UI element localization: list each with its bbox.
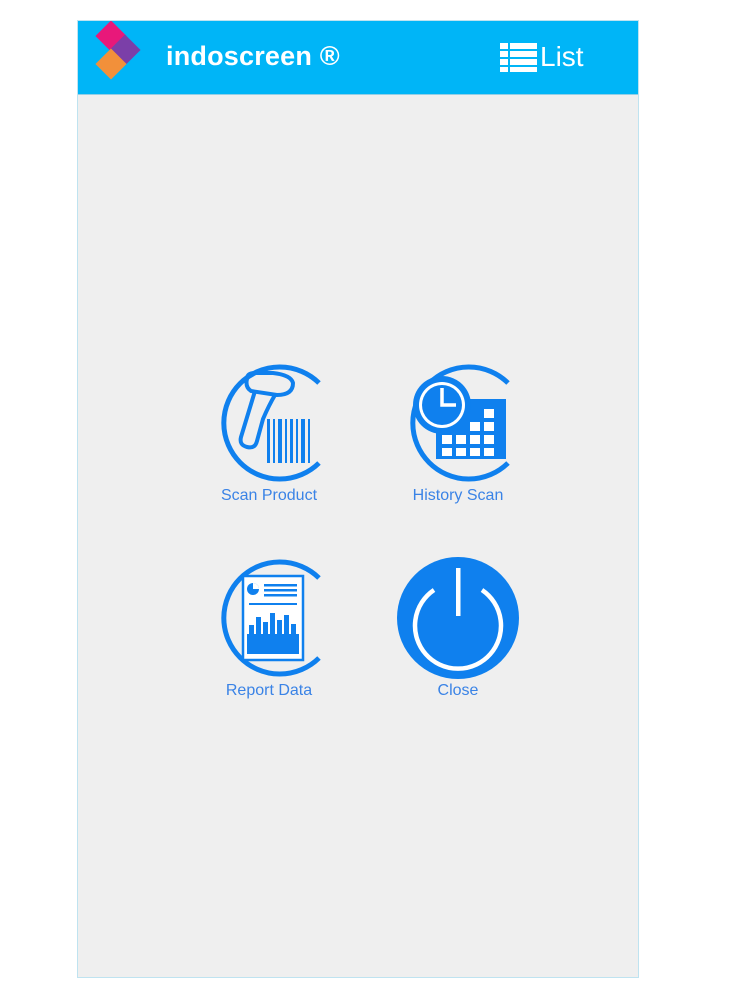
report-chart-icon xyxy=(221,559,321,677)
app-logo xyxy=(95,21,141,80)
history-scan-button[interactable]: History Scan xyxy=(383,361,533,531)
scan-product-label: Scan Product xyxy=(220,487,318,504)
scan-product-button[interactable]: Scan Product xyxy=(194,361,344,531)
barcode-scanner-icon xyxy=(221,364,321,482)
report-data-button[interactable]: Report Data xyxy=(194,556,344,726)
app-bar: indoscreen ® List xyxy=(78,21,638,95)
clock-calendar-icon xyxy=(410,364,510,482)
report-data-label: Report Data xyxy=(225,682,313,699)
close-button[interactable]: Close xyxy=(383,556,533,726)
history-scan-label: History Scan xyxy=(412,487,504,504)
power-icon xyxy=(397,557,519,679)
list-label: List xyxy=(540,41,584,72)
app-title: indoscreen ® xyxy=(166,41,340,71)
list-button[interactable]: List xyxy=(499,39,584,75)
app-screen: indoscreen ® List Scan Product History S… xyxy=(77,20,639,978)
close-label: Close xyxy=(437,682,479,699)
list-icon xyxy=(500,43,537,72)
